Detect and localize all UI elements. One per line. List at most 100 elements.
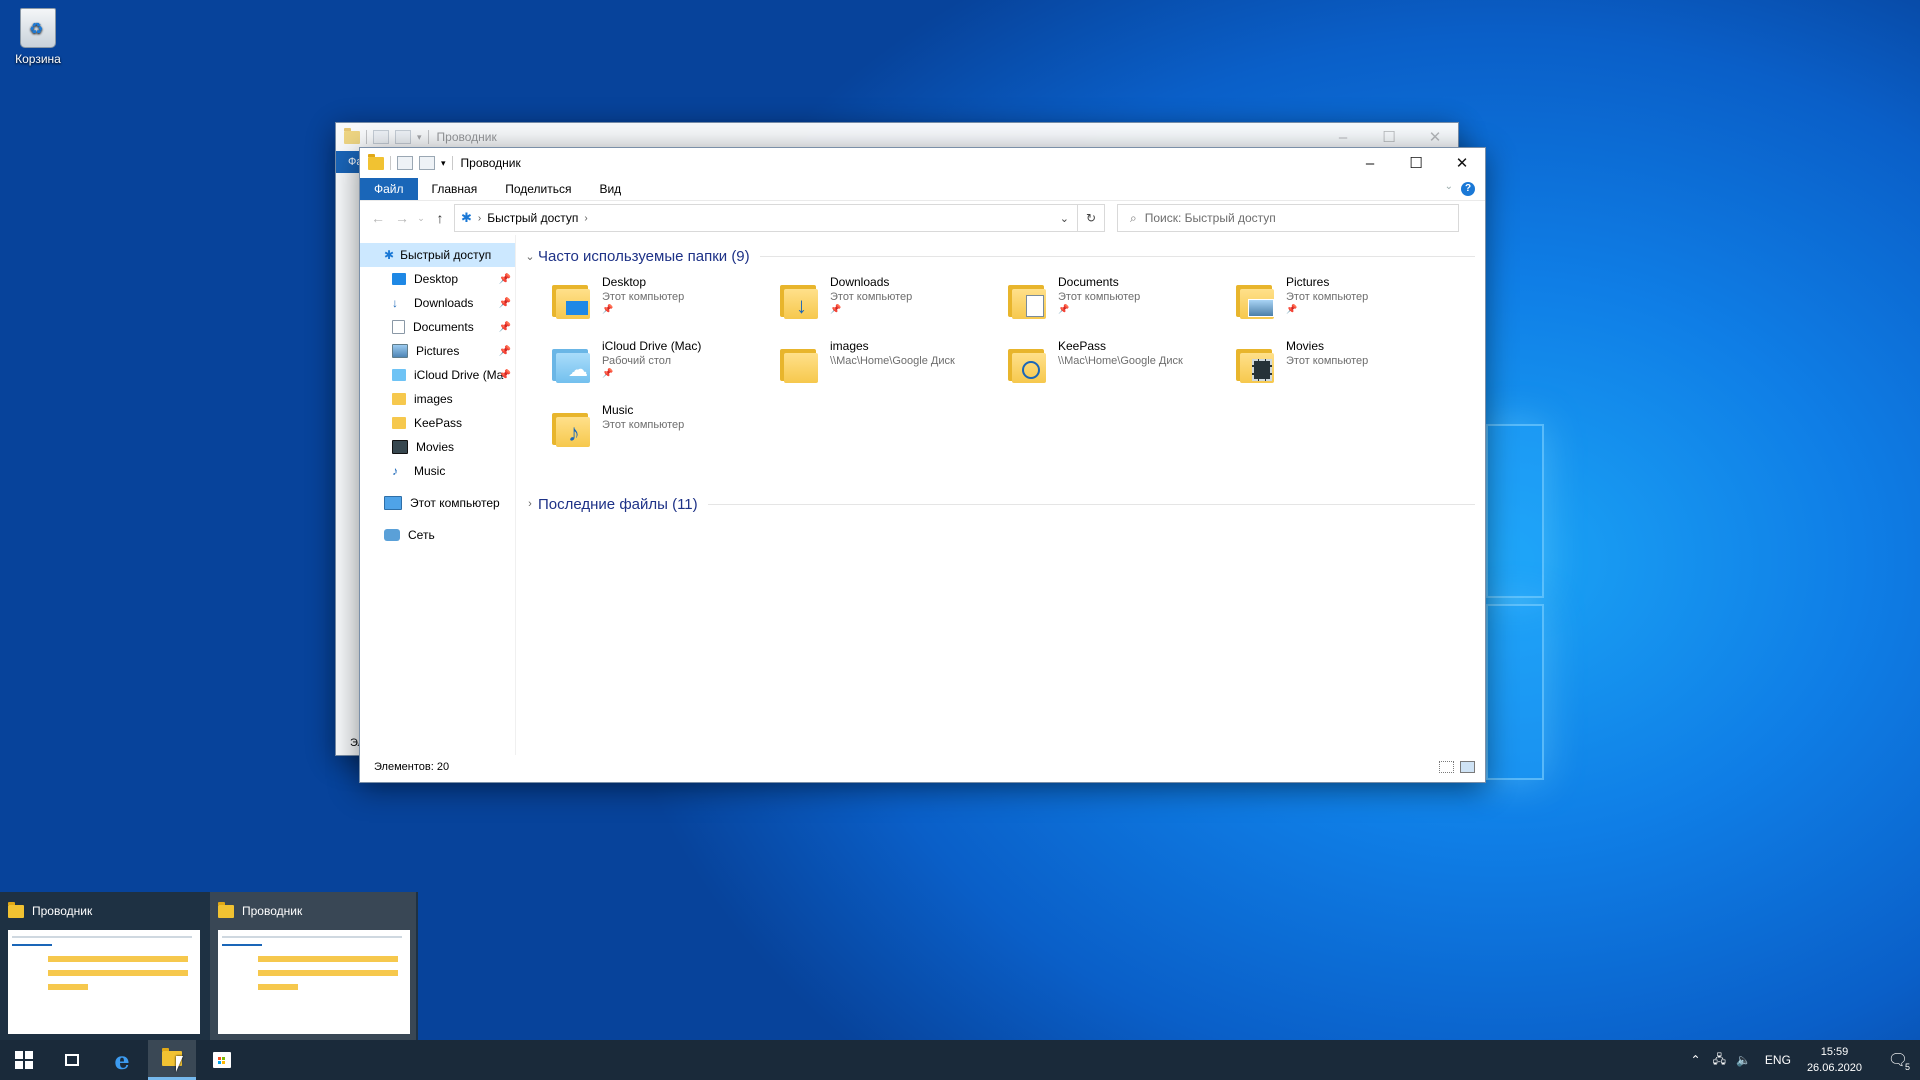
icloud-folder-icon: ☁ bbox=[552, 345, 592, 383]
new-folder-icon bbox=[395, 130, 411, 144]
customize-quick-access-icon[interactable]: ▾ bbox=[441, 158, 446, 169]
minimize-button[interactable]: – bbox=[1347, 148, 1393, 178]
folder-icon bbox=[8, 901, 24, 918]
customize-qa-icon: ▾ bbox=[417, 131, 422, 142]
sidebar-item-quick-access[interactable]: ✱ Быстрый доступ bbox=[360, 243, 515, 267]
forward-arrow-icon[interactable]: → bbox=[390, 210, 414, 226]
wallpaper-logo-pane-top bbox=[1486, 424, 1544, 598]
pin-icon: 📌 bbox=[498, 345, 511, 357]
pin-icon: 📌 bbox=[498, 321, 511, 333]
folder-tile-music[interactable]: ♪ Music Этот компьютер bbox=[552, 403, 780, 467]
back-arrow-icon[interactable]: ← bbox=[366, 210, 390, 226]
recycle-bin-desktop-icon[interactable]: Корзина bbox=[8, 8, 68, 66]
recent-locations-icon[interactable]: ⌄ bbox=[414, 213, 428, 224]
store-bag-icon bbox=[213, 1052, 231, 1068]
item-count: Элементов: 20 bbox=[374, 761, 450, 773]
up-arrow-icon[interactable]: ↑ bbox=[428, 210, 452, 226]
edge-taskbar-button[interactable]: e bbox=[98, 1040, 146, 1080]
notification-count: 5 bbox=[1904, 1062, 1910, 1072]
maximize-button[interactable]: ☐ bbox=[1393, 148, 1439, 178]
explorer-window[interactable]: ▾ Проводник – ☐ ✕ Файл Главная Поделитьс… bbox=[359, 147, 1486, 783]
start-button[interactable] bbox=[0, 1040, 48, 1080]
sidebar-item-keepass[interactable]: KeePass bbox=[360, 411, 515, 435]
network-icon[interactable]: 🖧 bbox=[1713, 1050, 1726, 1071]
task-view-button[interactable] bbox=[48, 1040, 96, 1080]
pin-icon: 📌 bbox=[830, 304, 842, 314]
sidebar-item-documents[interactable]: Documents 📌 bbox=[360, 315, 515, 339]
details-view-icon[interactable] bbox=[1439, 761, 1454, 773]
address-bar[interactable]: ✱ › Быстрый доступ › ⌄ bbox=[454, 204, 1078, 232]
navigation-bar: ← → ⌄ ↑ ✱ › Быстрый доступ › ⌄ ↻ ⌕ Поиск… bbox=[360, 201, 1485, 235]
sidebar-item-music[interactable]: ♪ Music bbox=[360, 459, 515, 483]
folder-tile-pictures[interactable]: Pictures Этот компьютер 📌 bbox=[1236, 275, 1464, 339]
tab-share[interactable]: Поделиться bbox=[491, 178, 585, 200]
address-crumb[interactable]: Быстрый доступ bbox=[487, 211, 578, 225]
properties-icon[interactable] bbox=[397, 156, 413, 170]
show-hidden-icons-icon[interactable]: ⌃ bbox=[1691, 1053, 1701, 1067]
sidebar-item-this-pc[interactable]: Этот компьютер bbox=[360, 491, 515, 515]
refresh-icon: ↻ bbox=[1085, 211, 1097, 225]
recent-files-header[interactable]: › Последние файлы (11) bbox=[522, 491, 1475, 517]
folder-tile-keepass[interactable]: KeePass \\Mac\Home\Google Диск bbox=[1008, 339, 1236, 403]
folder-tile-movies[interactable]: Movies Этот компьютер bbox=[1236, 339, 1464, 403]
explorer-taskbar-button[interactable] bbox=[148, 1040, 196, 1080]
status-bar: Элементов: 20 bbox=[360, 755, 1485, 779]
large-icons-view-icon[interactable] bbox=[1460, 761, 1475, 773]
desktop-icon bbox=[392, 273, 406, 285]
back-file-tab[interactable]: Фа bbox=[336, 151, 360, 173]
refresh-button[interactable]: ↻ bbox=[1078, 204, 1105, 232]
thumbnail-window-2[interactable]: Проводник bbox=[210, 892, 416, 1040]
cloud-icon bbox=[392, 369, 406, 381]
thumbnail-window-1[interactable]: Проводник bbox=[0, 892, 206, 1040]
taskbar-thumbnail-popup: Проводник Проводник bbox=[0, 892, 418, 1040]
system-tray: ⌃ 🖧 🔈 ENG 15:59 26.06.2020 🗨 5 bbox=[1691, 1040, 1920, 1080]
folder-tile-downloads[interactable]: ↓ Downloads Этот компьютер 📌 bbox=[780, 275, 1008, 339]
quick-access-star-icon: ✱ bbox=[461, 210, 472, 225]
network-icon bbox=[384, 529, 400, 541]
folder-tile-desktop[interactable]: Desktop Этот компьютер 📌 bbox=[552, 275, 780, 339]
help-icon[interactable]: ? bbox=[1461, 182, 1475, 196]
action-center-button[interactable]: 🗨 5 bbox=[1876, 1040, 1920, 1080]
ribbon-expand-icon[interactable]: ⌄ bbox=[1445, 181, 1453, 192]
sidebar-item-downloads[interactable]: ↓ Downloads 📌 bbox=[360, 291, 515, 315]
computer-icon bbox=[384, 496, 402, 510]
pictures-folder-icon bbox=[1236, 281, 1276, 319]
sidebar-item-icloud[interactable]: iCloud Drive (Ma 📌 bbox=[360, 363, 515, 387]
clock[interactable]: 15:59 26.06.2020 bbox=[1807, 1044, 1862, 1076]
chevron-down-icon: ⌄ bbox=[525, 250, 535, 263]
search-icon: ⌕ bbox=[1130, 210, 1137, 225]
tab-file[interactable]: Файл bbox=[360, 178, 418, 200]
folder-tile-images[interactable]: images \\Mac\Home\Google Диск bbox=[780, 339, 1008, 403]
sidebar-item-images[interactable]: images bbox=[360, 387, 515, 411]
folder-icon bbox=[392, 393, 406, 405]
mouse-cursor bbox=[176, 1056, 183, 1072]
tab-home[interactable]: Главная bbox=[418, 178, 492, 200]
search-input[interactable]: ⌕ Поиск: Быстрый доступ bbox=[1117, 204, 1459, 232]
tab-view[interactable]: Вид bbox=[585, 178, 635, 200]
pin-icon: 📌 bbox=[498, 369, 511, 381]
frequent-folders-header[interactable]: ⌄ Часто используемые папки (9) bbox=[522, 243, 1475, 269]
window-titlebar[interactable]: ▾ Проводник – ☐ ✕ bbox=[360, 148, 1485, 178]
thumbnail-title: Проводник bbox=[242, 904, 303, 918]
pin-icon: 📌 bbox=[1286, 304, 1298, 314]
new-folder-icon[interactable] bbox=[419, 156, 435, 170]
store-taskbar-button[interactable] bbox=[198, 1040, 246, 1080]
pin-icon: 📌 bbox=[602, 304, 614, 314]
sidebar-item-movies[interactable]: Movies bbox=[360, 435, 515, 459]
volume-icon[interactable]: 🔈 bbox=[1736, 1053, 1751, 1067]
sidebar-item-desktop[interactable]: Desktop 📌 bbox=[360, 267, 515, 291]
sidebar-item-network[interactable]: Сеть bbox=[360, 523, 515, 547]
folder-tile-icloud[interactable]: ☁ iCloud Drive (Mac) Рабочий стол 📌 bbox=[552, 339, 780, 403]
taskbar: e ⌃ 🖧 🔈 ENG 15:59 26.06.2020 🗨 5 bbox=[0, 1040, 1920, 1080]
star-icon: ✱ bbox=[384, 248, 395, 262]
window-body: ✱ Быстрый доступ Desktop 📌 ↓ Downloads 📌… bbox=[360, 235, 1485, 755]
close-button[interactable]: ✕ bbox=[1439, 148, 1485, 178]
folder-tile-documents[interactable]: Documents Этот компьютер 📌 bbox=[1008, 275, 1236, 339]
ribbon-tabs: Файл Главная Поделиться Вид ⌄ ? bbox=[360, 178, 1485, 201]
task-view-icon bbox=[65, 1054, 79, 1066]
chevron-right-icon: › bbox=[528, 498, 532, 510]
address-dropdown-icon[interactable]: ⌄ bbox=[1060, 212, 1069, 225]
folder-icon bbox=[368, 153, 384, 170]
language-indicator[interactable]: ENG bbox=[1765, 1053, 1791, 1067]
sidebar-item-pictures[interactable]: Pictures 📌 bbox=[360, 339, 515, 363]
